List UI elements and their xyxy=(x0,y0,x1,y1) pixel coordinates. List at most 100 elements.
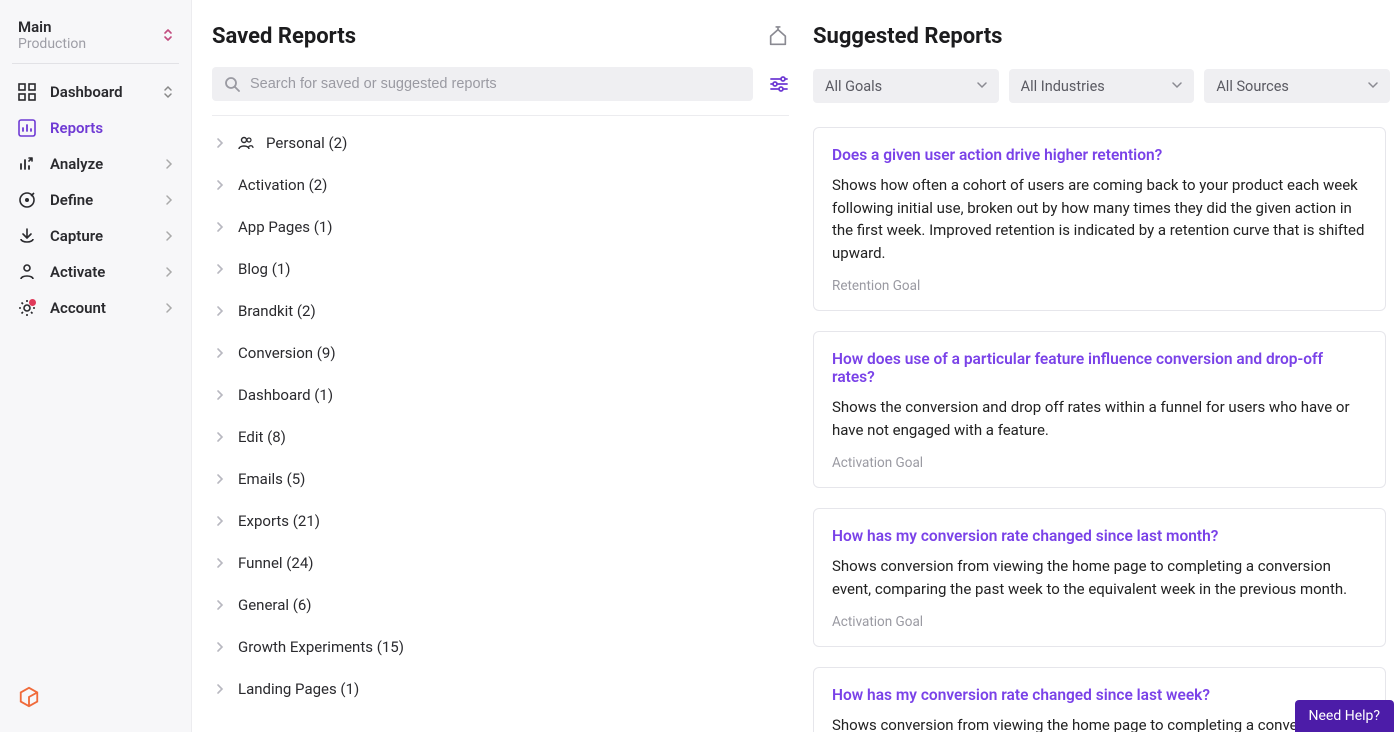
home-icon[interactable] xyxy=(767,26,789,48)
folder-row[interactable]: General (6) xyxy=(212,584,789,626)
sidebar-item-activate[interactable]: Activate xyxy=(10,254,181,290)
folder-label: Activation (2) xyxy=(238,176,327,194)
filter-select[interactable]: All Goals xyxy=(813,69,999,103)
folder-label: Growth Experiments (15) xyxy=(238,638,404,656)
saved-reports-title: Saved Reports xyxy=(212,24,753,49)
report-tag: Activation Goal xyxy=(832,455,1367,471)
folder-row[interactable]: Blog (1) xyxy=(212,248,789,290)
report-description: Shows conversion from viewing the home p… xyxy=(832,555,1367,600)
filter-select[interactable]: All Industries xyxy=(1009,69,1195,103)
folder-label: Exports (21) xyxy=(238,512,320,530)
grid-icon xyxy=(18,83,36,101)
filter-settings-icon[interactable] xyxy=(769,75,789,93)
filter-label: All Goals xyxy=(825,78,882,95)
folder-label: Blog (1) xyxy=(238,260,290,278)
folder-label: Funnel (24) xyxy=(238,554,314,572)
folder-label: Brandkit (2) xyxy=(238,302,316,320)
search-input-wrapper[interactable] xyxy=(212,67,753,101)
filter-label: All Sources xyxy=(1216,78,1289,95)
download-icon xyxy=(18,227,36,245)
chevron-right-icon xyxy=(165,230,173,242)
chart-icon xyxy=(18,119,36,137)
folder-label: App Pages (1) xyxy=(238,218,333,236)
folder-label: Edit (8) xyxy=(238,428,286,446)
chevron-right-icon xyxy=(216,347,226,359)
search-icon xyxy=(224,76,240,92)
folder-label: Conversion (9) xyxy=(238,344,336,362)
chevron-right-icon xyxy=(216,683,226,695)
suggested-report-card: How has my conversion rate changed since… xyxy=(813,508,1386,647)
folder-row[interactable]: Funnel (24) xyxy=(212,542,789,584)
chevron-right-icon xyxy=(216,137,226,149)
report-tag: Retention Goal xyxy=(832,278,1367,294)
sidebar-item-label: Reports xyxy=(50,119,103,137)
folder-row[interactable]: Brandkit (2) xyxy=(212,290,789,332)
chevron-right-icon xyxy=(216,599,226,611)
workspace-env: Production xyxy=(18,36,86,53)
sidebar-item-analyze[interactable]: Analyze xyxy=(10,146,181,182)
chevron-right-icon xyxy=(165,194,173,206)
suggested-report-card: How does use of a particular feature inf… xyxy=(813,331,1386,488)
folder-row[interactable]: Activation (2) xyxy=(212,164,789,206)
suggested-reports-title: Suggested Reports xyxy=(813,24,1390,49)
sidebar-item-reports[interactable]: Reports xyxy=(10,110,181,146)
sidebar-item-label: Dashboard xyxy=(50,83,123,101)
suggested-report-card: Does a given user action drive higher re… xyxy=(813,127,1386,311)
report-title-link[interactable]: Does a given user action drive higher re… xyxy=(832,146,1367,164)
sidebar-item-define[interactable]: Define xyxy=(10,182,181,218)
sidebar-item-dashboard[interactable]: Dashboard xyxy=(10,74,181,110)
brand-logo xyxy=(10,678,181,716)
sidebar-item-label: Capture xyxy=(50,227,103,245)
sidebar-item-label: Define xyxy=(50,191,93,209)
report-title-link[interactable]: How has my conversion rate changed since… xyxy=(832,686,1367,704)
filter-select[interactable]: All Sources xyxy=(1204,69,1390,103)
folder-label: Emails (5) xyxy=(238,470,305,488)
sidebar: Main Production Dashboard Reports xyxy=(0,0,192,732)
folder-row[interactable]: Landing Pages (1) xyxy=(212,668,789,710)
notification-badge xyxy=(29,299,36,306)
report-title-link[interactable]: How does use of a particular feature inf… xyxy=(832,350,1367,386)
chevron-down-icon xyxy=(977,82,987,90)
person-icon xyxy=(18,263,36,281)
chevron-right-icon xyxy=(216,557,226,569)
folder-label: Dashboard (1) xyxy=(238,386,333,404)
sidebar-item-label: Activate xyxy=(50,263,105,281)
folder-row[interactable]: Growth Experiments (15) xyxy=(212,626,789,668)
folder-row[interactable]: Exports (21) xyxy=(212,500,789,542)
report-description: Shows how often a cohort of users are co… xyxy=(832,174,1367,264)
chevron-right-icon xyxy=(165,158,173,170)
chevron-updown-icon xyxy=(163,85,173,99)
chevron-right-icon xyxy=(216,179,226,191)
chevron-right-icon xyxy=(165,266,173,278)
chevron-right-icon xyxy=(216,641,226,653)
workspace-switcher[interactable]: Main Production xyxy=(12,16,179,64)
help-button[interactable]: Need Help? xyxy=(1295,700,1395,732)
gear-icon xyxy=(18,299,36,317)
sidebar-item-account[interactable]: Account xyxy=(10,290,181,326)
folder-row[interactable]: Edit (8) xyxy=(212,416,789,458)
chevron-right-icon xyxy=(216,473,226,485)
folder-row[interactable]: Emails (5) xyxy=(212,458,789,500)
report-title-link[interactable]: How has my conversion rate changed since… xyxy=(832,527,1367,545)
folder-row[interactable]: Personal (2) xyxy=(212,122,789,164)
chevron-right-icon xyxy=(216,305,226,317)
folder-row[interactable]: App Pages (1) xyxy=(212,206,789,248)
report-description: Shows the conversion and drop off rates … xyxy=(832,396,1367,441)
analyze-icon xyxy=(18,155,36,173)
chevron-updown-icon xyxy=(163,27,173,43)
chevron-right-icon xyxy=(165,302,173,314)
target-icon xyxy=(18,191,36,209)
report-tag: Activation Goal xyxy=(832,614,1367,630)
search-input[interactable] xyxy=(250,76,741,92)
folder-row[interactable]: Dashboard (1) xyxy=(212,374,789,416)
sidebar-item-capture[interactable]: Capture xyxy=(10,218,181,254)
folder-label: Personal (2) xyxy=(266,134,347,152)
people-icon xyxy=(238,136,254,150)
folder-row[interactable]: Conversion (9) xyxy=(212,332,789,374)
chevron-right-icon xyxy=(216,221,226,233)
chevron-right-icon xyxy=(216,515,226,527)
chevron-right-icon xyxy=(216,263,226,275)
folder-label: General (6) xyxy=(238,596,312,614)
chevron-down-icon xyxy=(1368,82,1378,90)
report-description: Shows conversion from viewing the home p… xyxy=(832,714,1367,732)
